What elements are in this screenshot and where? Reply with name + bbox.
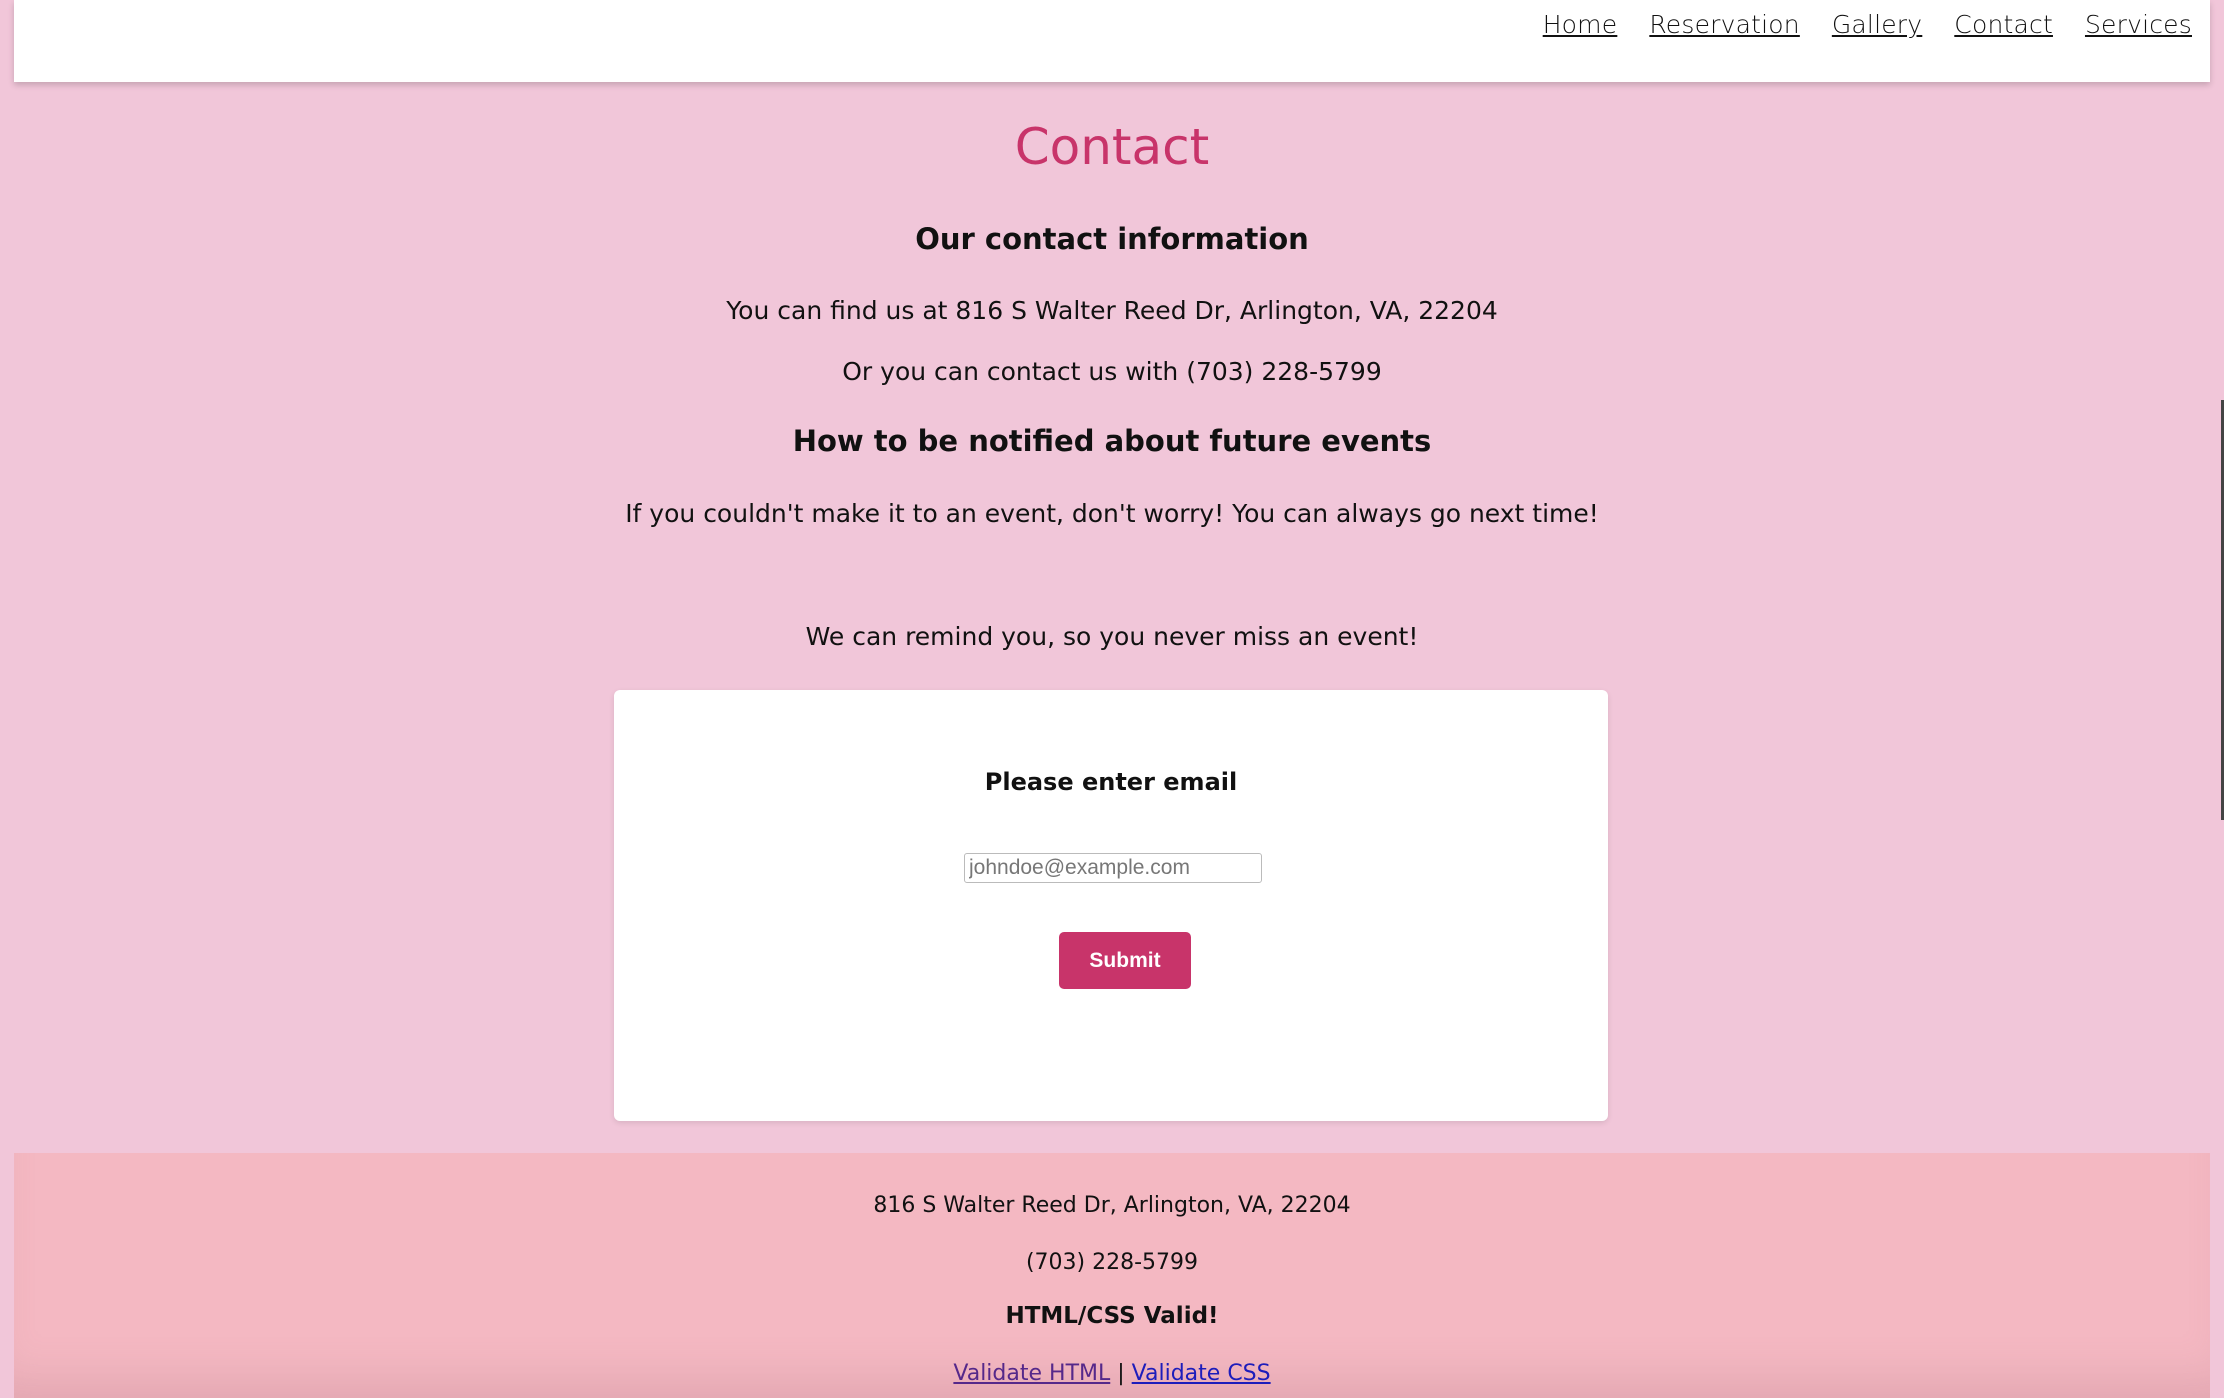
- nav-home-link[interactable]: Home: [1543, 10, 1618, 39]
- nav-services-link[interactable]: Services: [2085, 10, 2192, 39]
- phone-text: Or you can contact us with (703) 228-579…: [842, 357, 1382, 386]
- validate-html-link[interactable]: Validate HTML: [953, 1361, 1110, 1386]
- footer-validation-links: Validate HTML | Validate CSS: [14, 1361, 2210, 1386]
- page-footer: 816 S Walter Reed Dr, Arlington, VA, 222…: [14, 1153, 2210, 1398]
- footer-address: 816 S Walter Reed Dr, Arlington, VA, 222…: [873, 1193, 1351, 1218]
- link-separator: |: [1117, 1361, 1125, 1386]
- top-header: Home Reservation Gallery Contact Service…: [14, 0, 2210, 82]
- footer-phone: (703) 228-5799: [1025, 1250, 1199, 1275]
- remind-text: We can remind you, so you never miss an …: [805, 622, 1419, 651]
- email-signup-card: Please enter email Submit: [614, 690, 1608, 1121]
- page-frame: Home Reservation Gallery Contact Service…: [14, 0, 2210, 1398]
- submit-button[interactable]: Submit: [1059, 932, 1191, 989]
- nav-reservation-link[interactable]: Reservation: [1649, 10, 1800, 39]
- address-text: You can find us at 816 S Walter Reed Dr,…: [726, 296, 1498, 325]
- email-label: Please enter email: [984, 768, 1238, 796]
- main-nav: Home Reservation Gallery Contact Service…: [1543, 10, 2192, 39]
- footer-valid-text: HTML/CSS Valid!: [1005, 1303, 1219, 1329]
- page-title: Contact: [1014, 118, 1210, 176]
- nav-gallery-link[interactable]: Gallery: [1832, 10, 1922, 39]
- email-input[interactable]: [964, 853, 1262, 883]
- contact-info-heading: Our contact information: [915, 222, 1309, 256]
- notify-heading: How to be notified about future events: [792, 424, 1432, 458]
- validate-css-link[interactable]: Validate CSS: [1132, 1361, 1271, 1386]
- nav-contact-link[interactable]: Contact: [1954, 10, 2053, 39]
- notify-text: If you couldn't make it to an event, don…: [625, 499, 1599, 528]
